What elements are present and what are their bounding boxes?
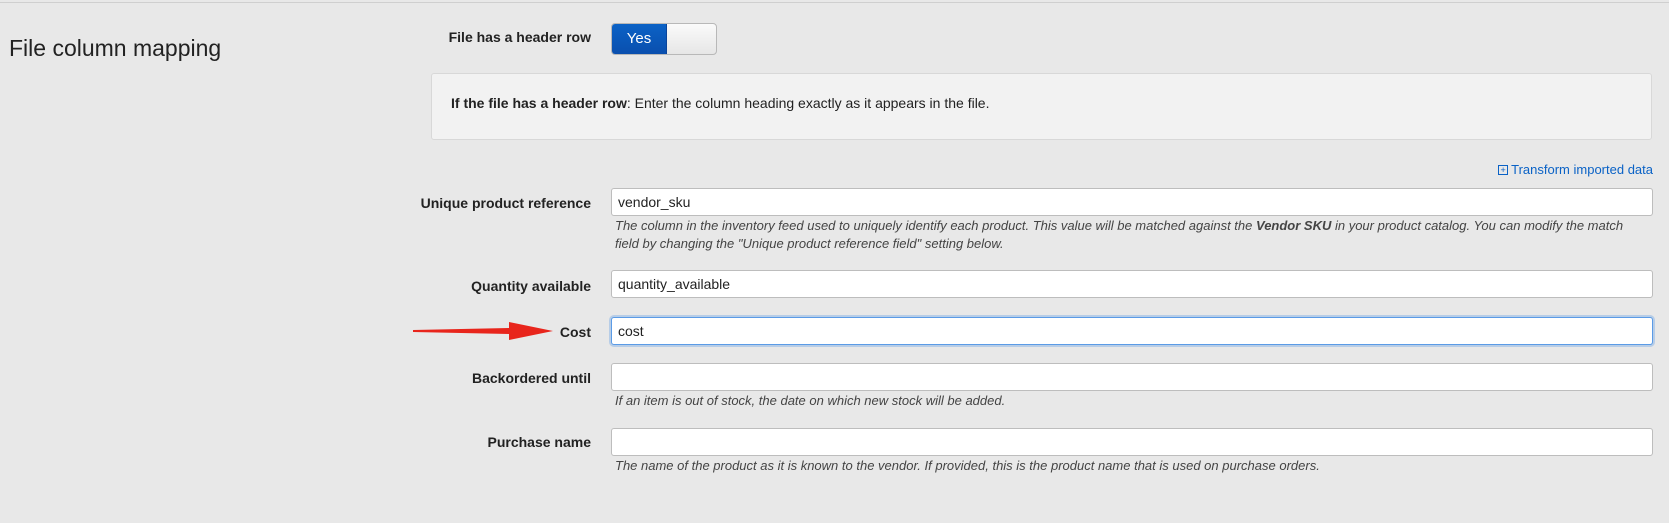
plus-square-icon: +	[1498, 165, 1509, 175]
cost-input[interactable]	[611, 317, 1653, 345]
purchase-name-input[interactable]	[611, 428, 1653, 456]
purchase-name-help: The name of the product as it is known t…	[615, 458, 1320, 473]
header-row-label: File has a header row	[448, 29, 591, 45]
top-divider	[0, 2, 1669, 3]
transform-link-label: Transform imported data	[1511, 162, 1653, 177]
unique-product-reference-label: Unique product reference	[420, 195, 591, 211]
quantity-available-input[interactable]	[611, 270, 1653, 298]
section-title: File column mapping	[9, 35, 222, 61]
purchase-name-label: Purchase name	[487, 434, 592, 450]
unique-ref-help-part1: The column in the inventory feed used to…	[615, 218, 1256, 233]
header-row-info-box: If the file has a header row: Enter the …	[431, 73, 1652, 140]
header-row-toggle[interactable]: Yes	[611, 23, 717, 55]
red-arrow-annotation-icon	[413, 322, 553, 340]
transform-imported-data-link[interactable]: + Transform imported data	[1498, 162, 1653, 177]
cost-label: Cost	[559, 324, 591, 340]
backordered-until-input[interactable]	[611, 363, 1653, 391]
info-bold-prefix: If the file has a header row	[451, 95, 627, 111]
quantity-available-label: Quantity available	[471, 278, 591, 294]
backordered-until-help: If an item is out of stock, the date on …	[615, 393, 1006, 408]
unique-product-reference-input[interactable]	[611, 188, 1653, 216]
info-rest: : Enter the column heading exactly as it…	[626, 95, 990, 111]
unique-product-reference-help: The column in the inventory feed used to…	[615, 217, 1635, 253]
info-text: If the file has a header row: Enter the …	[451, 95, 989, 111]
unique-ref-help-bold: Vendor SKU	[1256, 218, 1332, 233]
backordered-until-label: Backordered until	[471, 370, 591, 386]
toggle-yes[interactable]: Yes	[612, 24, 667, 54]
